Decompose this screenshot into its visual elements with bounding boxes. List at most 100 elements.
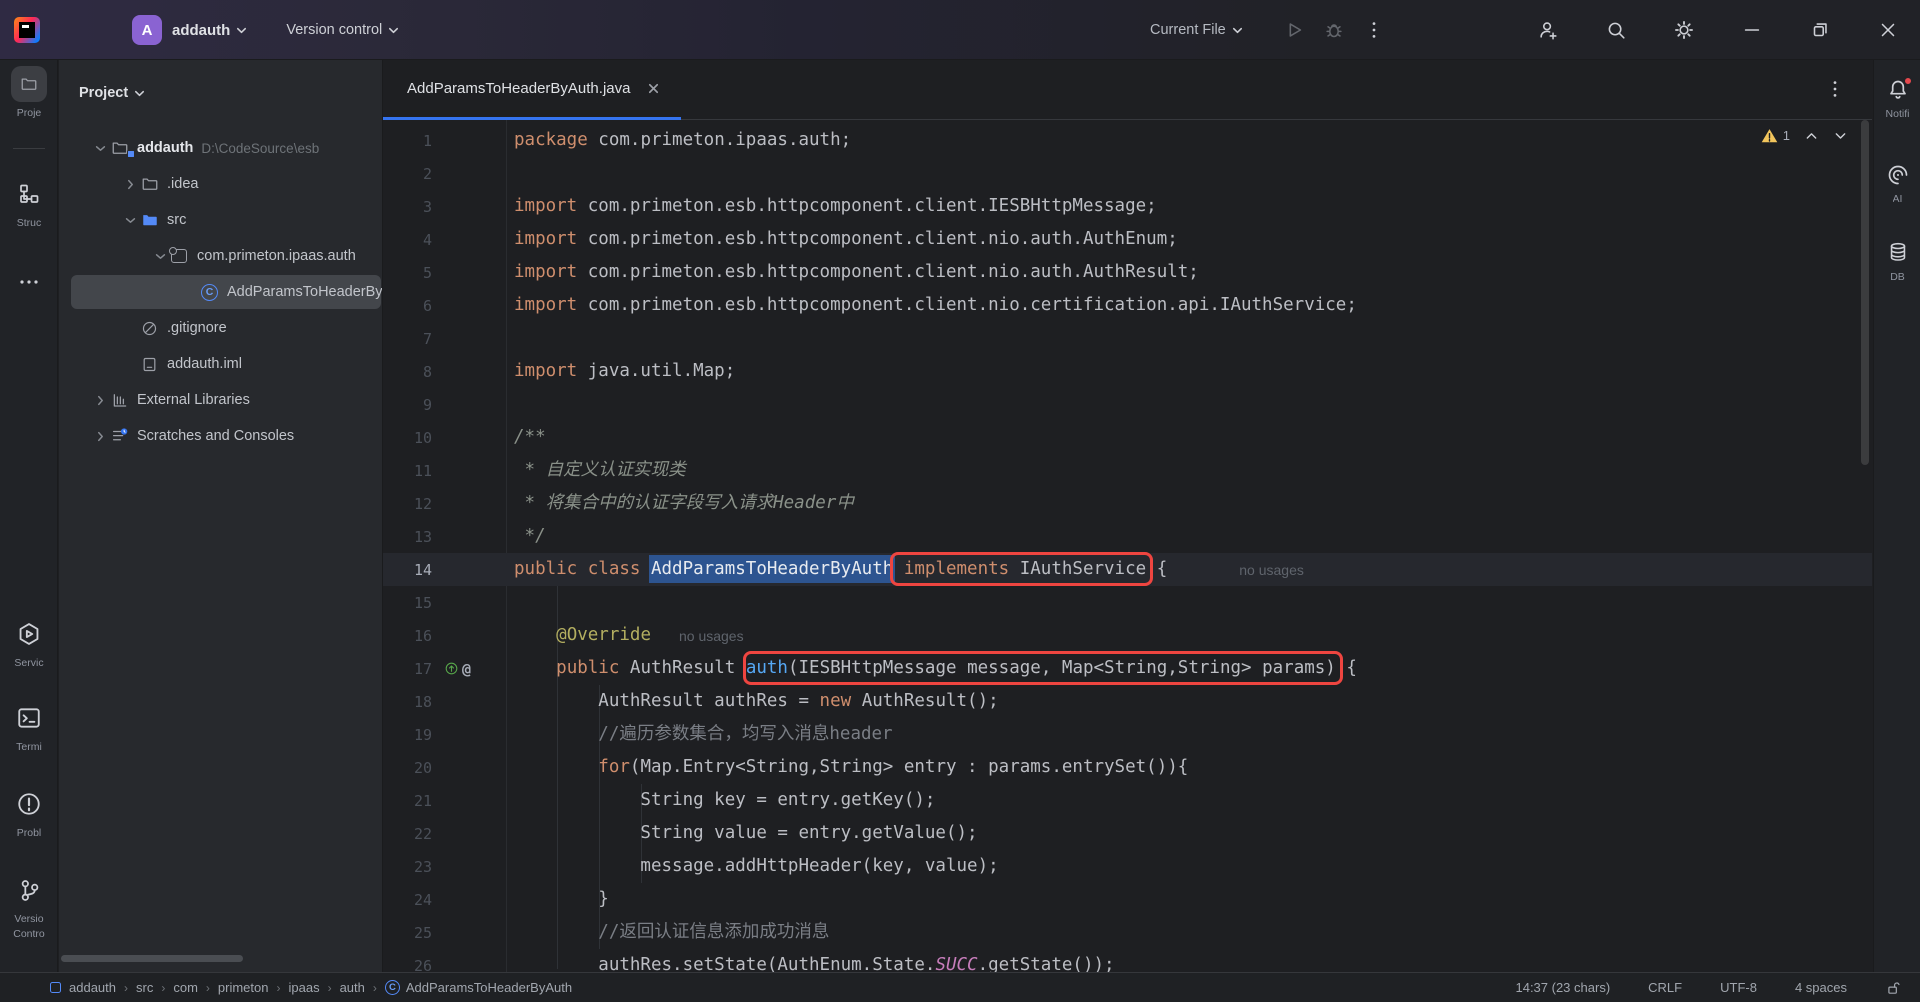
breadcrumb-item-com[interactable]: com bbox=[173, 980, 198, 995]
tree-item-Scratches-and-Consoles[interactable]: Scratches and Consoles bbox=[59, 418, 383, 454]
line-number[interactable]: 2 bbox=[383, 165, 432, 183]
run-button[interactable] bbox=[1282, 18, 1306, 42]
project-panel-header[interactable]: Project bbox=[79, 75, 146, 111]
line-number[interactable]: 15 bbox=[383, 594, 432, 612]
chevron-expanded-icon[interactable] bbox=[149, 250, 171, 263]
code-line-11[interactable]: 11 * 自定义认证实现类 bbox=[383, 454, 1872, 487]
next-problem-button[interactable] bbox=[1833, 128, 1848, 143]
tree-item-.idea[interactable]: .idea bbox=[59, 166, 383, 202]
close-button[interactable] bbox=[1876, 18, 1900, 42]
line-number[interactable]: 5 bbox=[383, 264, 432, 282]
code-line-24[interactable]: 24 } bbox=[383, 883, 1872, 916]
breadcrumb-item-addauth[interactable]: addauth bbox=[69, 980, 116, 995]
stripe-button-problems[interactable]: Probl bbox=[0, 786, 58, 840]
code-line-4[interactable]: 4import com.primeton.esb.httpcomponent.c… bbox=[383, 223, 1872, 256]
code-line-3[interactable]: 3import com.primeton.esb.httpcomponent.c… bbox=[383, 190, 1872, 223]
run-configuration-selector[interactable]: Current File bbox=[1150, 22, 1226, 38]
editor-tab[interactable]: AddParamsToHeaderByAuth.java bbox=[383, 60, 681, 120]
code-line-23[interactable]: 23 message.addHttpHeader(key, value); bbox=[383, 850, 1872, 883]
code-line-13[interactable]: 13 */ bbox=[383, 520, 1872, 553]
breadcrumb-item-primeton[interactable]: primeton bbox=[218, 980, 269, 995]
code-line-10[interactable]: 10/** bbox=[383, 421, 1872, 454]
stripe-button-notifications[interactable]: Notifi bbox=[1874, 78, 1920, 120]
code-line-12[interactable]: 12 * 将集合中的认证字段写入请求Header中 bbox=[383, 487, 1872, 520]
statusbar-widget[interactable]: CRLF bbox=[1648, 980, 1682, 995]
line-number[interactable]: 12 bbox=[383, 495, 432, 513]
line-number[interactable]: 18 bbox=[383, 693, 432, 711]
tree-item-com.primeton.ipaas.auth[interactable]: com.primeton.ipaas.auth bbox=[59, 238, 383, 274]
tree-item-.gitignore[interactable]: .gitignore bbox=[59, 310, 383, 346]
tree-item-addauth.iml[interactable]: addauth.iml bbox=[59, 346, 383, 382]
line-number[interactable]: 20 bbox=[383, 759, 432, 777]
horizontal-scrollbar[interactable] bbox=[61, 955, 243, 962]
code-line-1[interactable]: 1package com.primeton.ipaas.auth; bbox=[383, 124, 1872, 157]
settings-button[interactable] bbox=[1672, 18, 1696, 42]
project-avatar[interactable]: A bbox=[132, 15, 162, 45]
breadcrumb-item-ipaas[interactable]: ipaas bbox=[288, 980, 319, 995]
stripe-button-structure[interactable]: Struc bbox=[0, 176, 58, 230]
warnings-indicator[interactable]: 1 bbox=[1761, 128, 1790, 143]
minimize-button[interactable] bbox=[1740, 18, 1764, 42]
code-line-19[interactable]: 19 //遍历参数集合，均写入消息header bbox=[383, 718, 1872, 751]
code-line-8[interactable]: 8import java.util.Map; bbox=[383, 355, 1872, 388]
code-line-17[interactable]: 17@ public AuthResult auth(IESBHttpMessa… bbox=[383, 652, 1872, 685]
stripe-button-database[interactable]: DB bbox=[1874, 241, 1920, 283]
chevron-collapsed-icon[interactable] bbox=[89, 430, 111, 443]
statusbar-widget[interactable]: 4 spaces bbox=[1795, 980, 1847, 995]
stripe-button-terminal[interactable]: Termi bbox=[0, 700, 58, 754]
stripe-button-project[interactable]: Proje bbox=[0, 66, 58, 120]
project-name-menu[interactable]: addauth bbox=[172, 22, 230, 39]
code-line-25[interactable]: 25 //返回认证信息添加成功消息 bbox=[383, 916, 1872, 949]
tree-item-AddParamsToHeaderByAuth[interactable]: CAddParamsToHeaderByAuth bbox=[59, 274, 383, 310]
line-number[interactable]: 26 bbox=[383, 957, 432, 973]
line-number[interactable]: 24 bbox=[383, 891, 432, 909]
previous-problem-button[interactable] bbox=[1804, 128, 1819, 143]
stripe-button-version-control[interactable]: VersioContro bbox=[0, 872, 58, 941]
tab-options-button[interactable] bbox=[1824, 78, 1846, 100]
code-line-7[interactable]: 7 bbox=[383, 322, 1872, 355]
code-line-18[interactable]: 18 AuthResult authRes = new AuthResult()… bbox=[383, 685, 1872, 718]
stripe-button-more[interactable] bbox=[0, 264, 58, 300]
code-line-15[interactable]: 15 bbox=[383, 586, 1872, 619]
lock-icon[interactable] bbox=[1885, 979, 1902, 996]
debug-button[interactable] bbox=[1322, 18, 1346, 42]
code-line-20[interactable]: 20 for(Map.Entry<String,String> entry : … bbox=[383, 751, 1872, 784]
breadcrumb-item-src[interactable]: src bbox=[136, 980, 153, 995]
line-number[interactable]: 10 bbox=[383, 429, 432, 447]
stripe-button-services[interactable]: Servic bbox=[0, 616, 58, 670]
breadcrumb-item-AddParamsToHeaderByAuth[interactable]: AddParamsToHeaderByAuth bbox=[406, 980, 572, 995]
implements-gutter-icon[interactable] bbox=[444, 661, 459, 676]
more-actions-button[interactable] bbox=[1362, 18, 1386, 42]
line-number[interactable]: 16 bbox=[383, 627, 432, 645]
line-number[interactable]: 1 bbox=[383, 132, 432, 150]
code-line-14[interactable]: 14public class AddParamsToHeaderByAuth i… bbox=[383, 553, 1872, 586]
code-with-me-button[interactable] bbox=[1536, 18, 1560, 42]
line-number[interactable]: 23 bbox=[383, 858, 432, 876]
code-line-21[interactable]: 21 String key = entry.getKey(); bbox=[383, 784, 1872, 817]
code-line-22[interactable]: 22 String value = entry.getValue(); bbox=[383, 817, 1872, 850]
line-number[interactable]: 6 bbox=[383, 297, 432, 315]
line-number[interactable]: 14 bbox=[383, 561, 432, 579]
statusbar-widget[interactable]: UTF-8 bbox=[1720, 980, 1757, 995]
chevron-collapsed-icon[interactable] bbox=[89, 394, 111, 407]
search-everywhere-button[interactable] bbox=[1604, 18, 1628, 42]
line-number[interactable]: 4 bbox=[383, 231, 432, 249]
chevron-collapsed-icon[interactable] bbox=[119, 178, 141, 191]
code-line-2[interactable]: 2 bbox=[383, 157, 1872, 190]
line-number[interactable]: 9 bbox=[383, 396, 432, 414]
line-number[interactable]: 13 bbox=[383, 528, 432, 546]
code-editor[interactable]: 1package com.primeton.ipaas.auth; 2 3impor… bbox=[383, 120, 1872, 972]
code-line-9[interactable]: 9 bbox=[383, 388, 1872, 421]
chevron-expanded-icon[interactable] bbox=[119, 214, 141, 227]
stripe-button-ai[interactable]: AI bbox=[1874, 163, 1920, 205]
line-number[interactable]: 3 bbox=[383, 198, 432, 216]
line-number[interactable]: 22 bbox=[383, 825, 432, 843]
line-number[interactable]: 8 bbox=[383, 363, 432, 381]
line-number[interactable]: 11 bbox=[383, 462, 432, 480]
code-line-16[interactable]: 16 @Overrideno usages bbox=[383, 619, 1872, 652]
line-number[interactable]: 19 bbox=[383, 726, 432, 744]
tree-item-addauth[interactable]: addauthD:\CodeSource\esb bbox=[59, 130, 383, 166]
tree-item-src[interactable]: src bbox=[59, 202, 383, 238]
breadcrumb-item-auth[interactable]: auth bbox=[340, 980, 365, 995]
usages-hint[interactable]: no usages bbox=[679, 628, 744, 644]
